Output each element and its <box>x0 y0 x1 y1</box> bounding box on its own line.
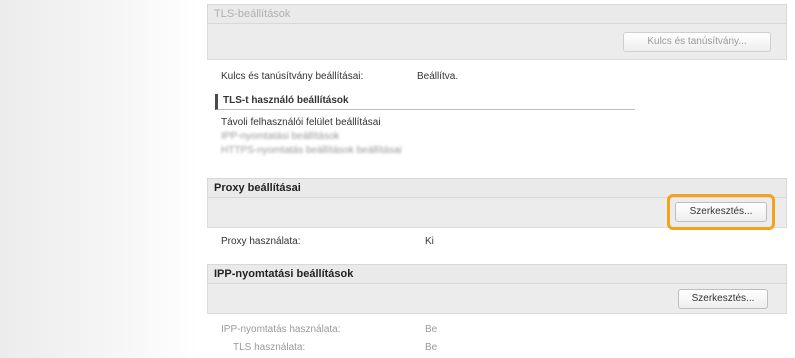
left-pane-background <box>0 0 200 358</box>
tls-toolbar: Kulcs és tanúsítvány... <box>207 24 787 60</box>
proxy-usage-label: Proxy használata: <box>221 236 301 247</box>
tls-section-title: TLS-beállítások <box>214 8 291 20</box>
key-certificate-value: Beállítva. <box>417 71 459 82</box>
tls-using-settings-subhead: TLS-t használó beállítások <box>215 94 635 110</box>
ipp-usage-value: Be <box>425 324 438 335</box>
blurred-line-2: HTTPS-nyomtatás beállítások beállításai <box>221 145 402 156</box>
edit-button-highlight <box>667 194 775 230</box>
proxy-section-title: Proxy beállításai <box>214 182 301 194</box>
ipp-section-header: IPP-nyomtatási beállítások <box>207 264 787 284</box>
ipp-usage-label: IPP-nyomtatás használata: <box>221 324 341 335</box>
ipp-edit-button[interactable]: Szerkesztés... <box>678 289 768 309</box>
tls-usage-label: TLS használata: <box>233 342 306 353</box>
proxy-usage-value: Ki <box>425 236 434 247</box>
tls-usage-value: Be <box>425 342 438 353</box>
blurred-line-1: IPP-nyomtatási beállítások <box>221 131 340 142</box>
key-certificate-label: Kulcs és tanúsítvány beállításai: <box>221 71 364 82</box>
key-and-certificate-button[interactable]: Kulcs és tanúsítvány... <box>623 32 771 52</box>
tls-section-header: TLS-beállítások <box>207 4 787 24</box>
ipp-toolbar: Szerkesztés... <box>207 284 787 314</box>
left-navigation-pane <box>0 0 200 358</box>
ipp-section-title: IPP-nyomtatási beállítások <box>214 268 354 280</box>
remote-ui-label: Távoli felhasználói felület beállításai <box>221 117 381 128</box>
settings-content: TLS-beállítások Kulcs és tanúsítvány... … <box>207 0 787 358</box>
